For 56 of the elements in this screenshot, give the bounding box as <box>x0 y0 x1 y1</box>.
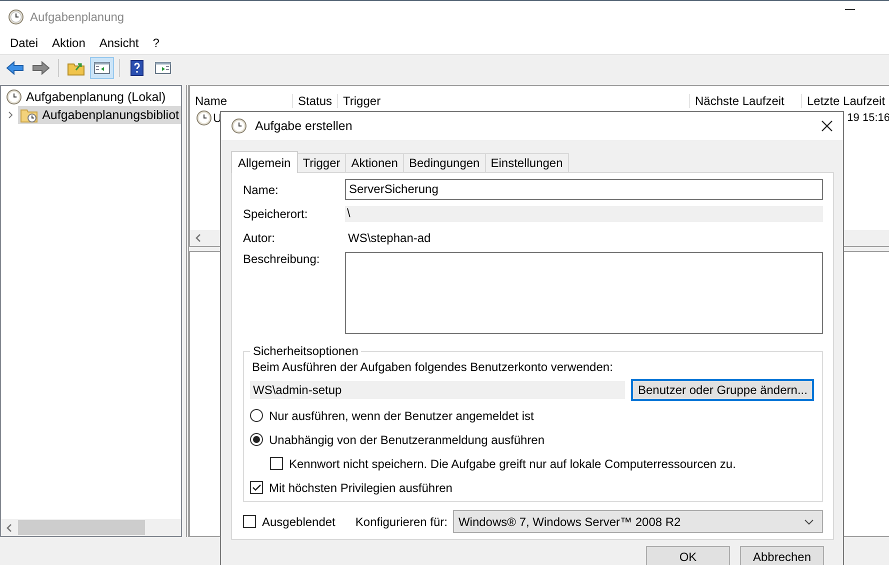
dialog-button[interactable]: Abbrechen <box>740 546 824 565</box>
menu-item[interactable]: Datei <box>3 36 46 50</box>
back-arrow-icon[interactable] <box>4 58 26 78</box>
menu-item[interactable]: ? <box>146 36 166 50</box>
clock-icon <box>6 89 22 105</box>
change-user-button[interactable]: Benutzer oder Gruppe ändern... <box>631 379 814 401</box>
pane-icon[interactable] <box>91 58 113 78</box>
field-label: Autor: <box>243 231 276 245</box>
tree-item[interactable]: Aufgabenplanung (Lokal) <box>4 88 168 106</box>
menu-item[interactable]: Ansicht <box>92 36 146 50</box>
tree-item[interactable]: Aufgabenplanungsbibliot <box>18 106 181 124</box>
radio-button[interactable] <box>250 409 263 422</box>
clock-icon <box>231 118 247 134</box>
field-label: Konfigurieren für: <box>355 514 448 528</box>
location-field: \ <box>345 206 823 222</box>
configure-dropdown[interactable]: Windows® 7, Windows Server™ 2008 R2 <box>453 510 823 533</box>
clock-icon <box>8 8 24 24</box>
forward-arrow-icon[interactable] <box>30 58 52 78</box>
chevron-down-icon <box>804 518 814 524</box>
column-header[interactable]: Name <box>190 94 293 108</box>
description-field[interactable] <box>345 252 823 334</box>
option-label: Mit höchsten Privilegien ausführen <box>269 480 452 494</box>
radio-button[interactable] <box>250 433 263 446</box>
column-header[interactable]: Trigger <box>338 94 690 108</box>
group-title: Sicherheitsoptionen <box>252 344 360 358</box>
field-label: Speicherort: <box>243 207 309 221</box>
folder-clock-icon <box>20 107 38 123</box>
option-label: Unabhängig von der Benutzeranmeldung ausführen <box>269 432 545 446</box>
author-value: WS\stephan-ad <box>347 231 431 245</box>
checkbox[interactable] <box>243 515 256 528</box>
menu-item[interactable]: Aktion <box>45 36 92 50</box>
tab[interactable]: Bedingungen <box>402 153 486 172</box>
checkbox[interactable] <box>270 457 283 470</box>
tab[interactable]: Allgemein <box>231 151 298 173</box>
column-header[interactable]: Status <box>293 94 338 108</box>
horizontal-scrollbar[interactable] <box>1 519 181 536</box>
option-label: Kennwort nicht speichern. Die Aufgabe greift nur auf lokale Computerressourcen zu. <box>289 456 736 470</box>
tab[interactable]: Einstellungen <box>484 153 569 172</box>
option-label: Ausgeblendet <box>262 514 336 528</box>
option-label: Nur ausführen, wenn der Benutzer angemeldet ist <box>269 408 534 422</box>
scroll-left-icon[interactable] <box>195 234 201 242</box>
dialog-button[interactable]: OK <box>646 546 730 565</box>
tab[interactable]: Trigger <box>296 153 346 172</box>
checkbox[interactable] <box>250 481 263 494</box>
field-label: Name: <box>243 182 280 196</box>
column-header[interactable]: Nächste Laufzeit <box>690 94 802 108</box>
window-title: Aufgabenplanung <box>30 10 124 24</box>
name-field[interactable]: ServerSicherung <box>345 179 823 200</box>
column-header[interactable]: Letzte Laufzeit <box>802 94 889 108</box>
clock-icon <box>196 110 212 126</box>
scroll-left-icon[interactable] <box>6 524 12 532</box>
account-prompt: Beim Ausführen der Aufgaben folgendes Benutzerkonto verwenden: <box>251 360 614 374</box>
close-icon[interactable] <box>821 120 833 132</box>
account-field: WS\admin-setup <box>250 381 625 399</box>
dialog-title: Aufgabe erstellen <box>255 119 352 133</box>
field-label: Beschreibung: <box>243 252 321 266</box>
